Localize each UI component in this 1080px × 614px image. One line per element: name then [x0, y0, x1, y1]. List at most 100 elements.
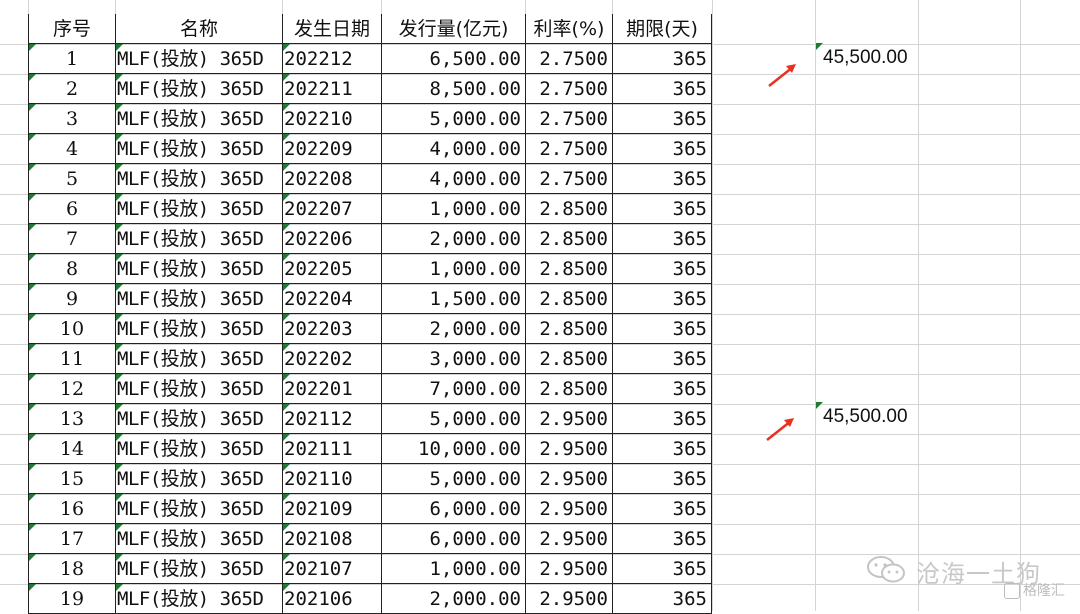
index-cell[interactable]: 15 [28, 464, 115, 494]
term-cell[interactable]: 365 [612, 314, 712, 344]
term-cell[interactable]: 365 [612, 434, 712, 464]
name-cell[interactable]: MLF(投放) 365D [115, 404, 282, 434]
name-cell[interactable]: MLF(投放) 365D [115, 554, 282, 584]
name-cell[interactable]: MLF(投放) 365D [115, 44, 282, 74]
rate-cell[interactable]: 2.8500 [525, 254, 612, 284]
index-cell[interactable]: 11 [28, 344, 115, 374]
name-cell[interactable]: MLF(投放) 365D [115, 464, 282, 494]
rate-cell[interactable]: 2.9500 [525, 434, 612, 464]
term-cell[interactable]: 365 [612, 404, 712, 434]
term-cell[interactable]: 365 [612, 554, 712, 584]
rate-cell[interactable]: 2.7500 [525, 74, 612, 104]
name-cell[interactable]: MLF(投放) 365D [115, 284, 282, 314]
rate-cell[interactable]: 2.8500 [525, 374, 612, 404]
date-cell[interactable]: 202110 [282, 464, 381, 494]
date-cell[interactable]: 202109 [282, 494, 381, 524]
name-cell[interactable]: MLF(投放) 365D [115, 374, 282, 404]
amount-cell[interactable]: 4,000.00 [381, 134, 525, 164]
amount-cell[interactable]: 5,000.00 [381, 464, 525, 494]
date-cell[interactable]: 202112 [282, 404, 381, 434]
index-cell[interactable]: 5 [28, 164, 115, 194]
date-cell[interactable]: 202210 [282, 104, 381, 134]
amount-cell[interactable]: 1,000.00 [381, 554, 525, 584]
index-cell[interactable]: 6 [28, 194, 115, 224]
date-cell[interactable]: 202107 [282, 554, 381, 584]
term-cell[interactable]: 365 [612, 494, 712, 524]
date-cell[interactable]: 202208 [282, 164, 381, 194]
term-cell[interactable]: 365 [612, 44, 712, 74]
rate-cell[interactable]: 2.9500 [525, 584, 612, 614]
name-cell[interactable]: MLF(投放) 365D [115, 104, 282, 134]
term-cell[interactable]: 365 [612, 74, 712, 104]
name-cell[interactable]: MLF(投放) 365D [115, 194, 282, 224]
name-cell[interactable]: MLF(投放) 365D [115, 524, 282, 554]
name-cell[interactable]: MLF(投放) 365D [115, 344, 282, 374]
index-cell[interactable]: 1 [28, 44, 115, 74]
date-cell[interactable]: 202212 [282, 44, 381, 74]
index-cell[interactable]: 9 [28, 284, 115, 314]
date-cell[interactable]: 202204 [282, 284, 381, 314]
name-cell[interactable]: MLF(投放) 365D [115, 584, 282, 614]
rate-cell[interactable]: 2.8500 [525, 314, 612, 344]
sum-cell-2[interactable]: 45,500.00 [816, 402, 908, 432]
column-header[interactable]: 发行量(亿元) [381, 14, 525, 44]
index-cell[interactable]: 8 [28, 254, 115, 284]
date-cell[interactable]: 202106 [282, 584, 381, 614]
name-cell[interactable]: MLF(投放) 365D [115, 134, 282, 164]
index-cell[interactable]: 19 [28, 584, 115, 614]
amount-cell[interactable]: 4,000.00 [381, 164, 525, 194]
rate-cell[interactable]: 2.7500 [525, 104, 612, 134]
amount-cell[interactable]: 2,000.00 [381, 584, 525, 614]
date-cell[interactable]: 202211 [282, 74, 381, 104]
index-cell[interactable]: 4 [28, 134, 115, 164]
rate-cell[interactable]: 2.9500 [525, 494, 612, 524]
amount-cell[interactable]: 5,000.00 [381, 104, 525, 134]
amount-cell[interactable]: 6,000.00 [381, 494, 525, 524]
index-cell[interactable]: 18 [28, 554, 115, 584]
rate-cell[interactable]: 2.9500 [525, 464, 612, 494]
term-cell[interactable]: 365 [612, 584, 712, 614]
term-cell[interactable]: 365 [612, 254, 712, 284]
name-cell[interactable]: MLF(投放) 365D [115, 224, 282, 254]
index-cell[interactable]: 16 [28, 494, 115, 524]
term-cell[interactable]: 365 [612, 524, 712, 554]
name-cell[interactable]: MLF(投放) 365D [115, 164, 282, 194]
term-cell[interactable]: 365 [612, 194, 712, 224]
column-header[interactable]: 发生日期 [282, 14, 381, 44]
index-cell[interactable]: 2 [28, 74, 115, 104]
rate-cell[interactable]: 2.9500 [525, 554, 612, 584]
amount-cell[interactable]: 2,000.00 [381, 224, 525, 254]
rate-cell[interactable]: 2.7500 [525, 164, 612, 194]
rate-cell[interactable]: 2.8500 [525, 284, 612, 314]
rate-cell[interactable]: 2.8500 [525, 194, 612, 224]
amount-cell[interactable]: 2,000.00 [381, 314, 525, 344]
rate-cell[interactable]: 2.7500 [525, 134, 612, 164]
name-cell[interactable]: MLF(投放) 365D [115, 254, 282, 284]
sum-cell-1[interactable]: 45,500.00 [816, 43, 908, 73]
term-cell[interactable]: 365 [612, 374, 712, 404]
term-cell[interactable]: 365 [612, 134, 712, 164]
amount-cell[interactable]: 6,500.00 [381, 44, 525, 74]
name-cell[interactable]: MLF(投放) 365D [115, 314, 282, 344]
term-cell[interactable]: 365 [612, 284, 712, 314]
index-cell[interactable]: 7 [28, 224, 115, 254]
date-cell[interactable]: 202201 [282, 374, 381, 404]
date-cell[interactable]: 202207 [282, 194, 381, 224]
rate-cell[interactable]: 2.9500 [525, 404, 612, 434]
date-cell[interactable]: 202209 [282, 134, 381, 164]
index-cell[interactable]: 3 [28, 104, 115, 134]
amount-cell[interactable]: 7,000.00 [381, 374, 525, 404]
column-header[interactable]: 序号 [28, 14, 115, 44]
term-cell[interactable]: 365 [612, 164, 712, 194]
rate-cell[interactable]: 2.9500 [525, 524, 612, 554]
index-cell[interactable]: 17 [28, 524, 115, 554]
index-cell[interactable]: 13 [28, 404, 115, 434]
date-cell[interactable]: 202202 [282, 344, 381, 374]
amount-cell[interactable]: 5,000.00 [381, 404, 525, 434]
amount-cell[interactable]: 1,000.00 [381, 254, 525, 284]
amount-cell[interactable]: 6,000.00 [381, 524, 525, 554]
rate-cell[interactable]: 2.8500 [525, 344, 612, 374]
name-cell[interactable]: MLF(投放) 365D [115, 494, 282, 524]
name-cell[interactable]: MLF(投放) 365D [115, 74, 282, 104]
date-cell[interactable]: 202203 [282, 314, 381, 344]
